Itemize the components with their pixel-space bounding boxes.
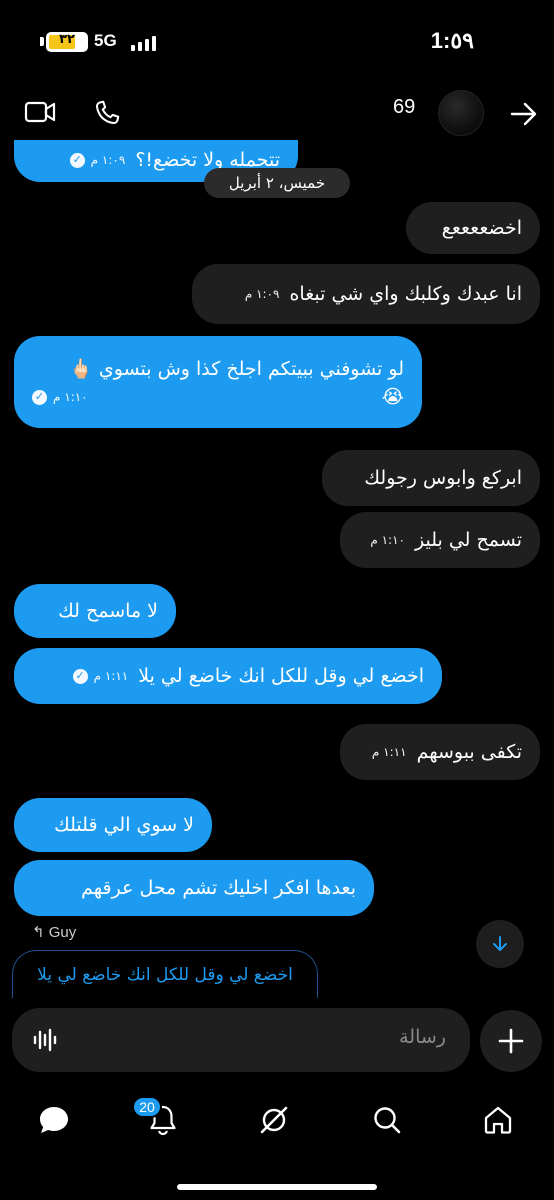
- add-attachment-button[interactable]: [480, 1010, 542, 1072]
- reply-quote[interactable]: اخضع لي وقل للكل انك خاضع لي يلا: [12, 950, 318, 998]
- battery-icon: ٣٢: [46, 32, 88, 52]
- message-bubble-sent[interactable]: لا ماسمح لك: [14, 584, 176, 638]
- reply-icon: ↰: [32, 924, 45, 941]
- voice-message-icon[interactable]: [32, 1028, 58, 1056]
- phone-call-icon[interactable]: [92, 98, 122, 132]
- message-bubble-received[interactable]: تسمح لي بليز ١:١٠ م: [340, 512, 540, 568]
- date-separator: خميس، ٢ أبريل: [204, 168, 350, 198]
- read-check-icon: ✓: [32, 389, 47, 405]
- message-bubble-received[interactable]: انا عبدك وكلبك واي شي تبغاه ١:٠٩ م: [192, 264, 540, 324]
- message-composer[interactable]: [12, 1008, 470, 1072]
- arrow-down-icon: [493, 936, 507, 951]
- avatar[interactable]: [438, 90, 484, 136]
- scroll-down-button[interactable]: [476, 920, 524, 968]
- message-bubble-sent[interactable]: بعدها افكر اخليك تشم محل عرقهم: [14, 860, 374, 916]
- message-list[interactable]: تتحمله ولا تخضع!؟ ١:٠٩ م ✓ خميس، ٢ أبريل …: [0, 140, 554, 1000]
- notification-badge: 20: [132, 1096, 162, 1118]
- read-check-icon: ✓: [72, 668, 88, 684]
- status-bar: ٣٢ 5G 1:٥٩: [0, 0, 554, 80]
- home-icon[interactable]: [478, 1100, 518, 1140]
- read-check-icon: ✓: [69, 152, 85, 168]
- message-bubble-sent[interactable]: لا سوي الي قلتلك: [14, 798, 212, 852]
- battery-level: ٣٢: [59, 32, 75, 47]
- bottom-tab-bar: [0, 1090, 554, 1150]
- contact-name[interactable]: 69: [393, 96, 415, 119]
- chat-header: 69: [0, 84, 554, 144]
- message-bubble-sent[interactable]: اخضع لي وقل للكل انك خاضع لي يلا ١:١١ م ✓: [14, 648, 442, 704]
- message-bubble-sent[interactable]: لو تشوفني ببيتكم اجلخ كذا وش بتسوي 🖕🏻 😭 …: [14, 336, 422, 428]
- message-input[interactable]: [106, 1026, 446, 1048]
- reply-to-label: ↰ Guy: [32, 924, 77, 941]
- message-bubble-received[interactable]: تكفى ببوسهم ١:١١ م: [340, 724, 540, 780]
- grok-icon[interactable]: [254, 1100, 294, 1140]
- status-time: 1:٥٩: [430, 28, 474, 53]
- search-icon[interactable]: [367, 1100, 407, 1140]
- video-call-icon[interactable]: [24, 98, 56, 130]
- back-arrow-icon[interactable]: [510, 102, 538, 130]
- message-bubble-received[interactable]: اخضععععع: [406, 202, 540, 254]
- plus-icon: [498, 1028, 524, 1054]
- network-type: 5G: [94, 31, 117, 50]
- signal-icon: [131, 33, 156, 51]
- message-bubble-received[interactable]: ابركع وابوس رجولك: [322, 450, 540, 506]
- home-indicator[interactable]: [177, 1184, 377, 1190]
- messages-icon[interactable]: [34, 1100, 74, 1140]
